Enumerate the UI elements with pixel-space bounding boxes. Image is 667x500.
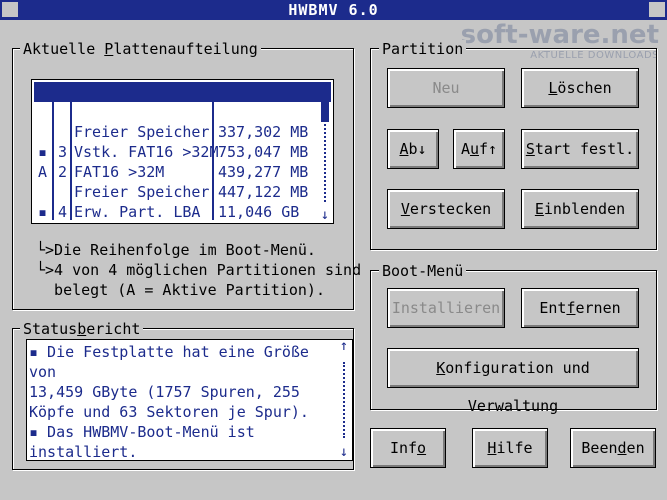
scroll-thumb[interactable] (321, 100, 329, 122)
partition-row[interactable]: ▪ 1 Versteckte FAT32 494,156 MB (34, 82, 331, 121)
partition-layout-label: Aktuelle Plattenaufteilung (20, 40, 261, 58)
remove-boot-menu-button[interactable]: Entfernen (521, 288, 639, 328)
boot-order-hint: └>Die Reihenfolge im Boot-Menü. (36, 241, 316, 259)
status-line: installiert. (29, 443, 138, 461)
set-start-button[interactable]: Start festl. (521, 129, 639, 169)
partition-row[interactable]: ▪ 4 Erw. Part. LBA 11,046 GB (34, 182, 331, 221)
install-boot-menu-button[interactable]: Installieren (387, 288, 505, 328)
column-divider (212, 82, 214, 220)
partition-row[interactable]: A 2 FAT16 >32M 439,277 MB (34, 142, 331, 181)
partition-table[interactable]: ▪ 1 Versteckte FAT32 494,156 MB Freier Spei… (31, 78, 334, 224)
column-divider (70, 82, 72, 220)
hide-partition-button[interactable]: Verstecken (387, 189, 505, 229)
status-scrollbar[interactable]: ↑ ↓ (338, 338, 350, 460)
partition-row[interactable]: Freier Speicher 447,122 MB (34, 162, 331, 201)
delete-partition-button[interactable]: Löschen (521, 68, 639, 108)
partition-scrollbar[interactable]: ↑ ↓ (319, 78, 331, 223)
new-partition-button[interactable]: Neu (387, 68, 505, 108)
show-partition-button[interactable]: Einblenden (521, 189, 639, 229)
status-line: 13,459 GByte (1757 Spuren, 255 (29, 383, 300, 401)
status-line: Köpfe und 63 Sektoren je Spur). (29, 403, 309, 421)
column-divider (52, 82, 54, 220)
scroll-up-icon[interactable]: ↑ (319, 78, 331, 94)
move-down-button[interactable]: Ab↓ (387, 129, 439, 169)
watermark-logo: soft-ware.net (460, 20, 659, 50)
status-label: Statusbericht (20, 320, 144, 338)
partition-count-hint: └>4 von 4 möglichen Partitionen sind (36, 261, 362, 279)
help-button[interactable]: Hilfe (472, 428, 548, 468)
scroll-down-icon[interactable]: ↓ (338, 444, 350, 460)
exit-button[interactable]: Beenden (570, 428, 656, 468)
partition-row[interactable]: Freier Speicher 337,302 MB (34, 102, 331, 141)
scroll-track[interactable] (343, 362, 347, 438)
info-button[interactable]: Info (370, 428, 446, 468)
window-title: HWBMV 6.0 (288, 1, 379, 19)
status-line: ▪ Die Festplatte hat eine Größe von (29, 343, 309, 381)
scroll-up-icon[interactable]: ↑ (338, 338, 350, 354)
status-report: ▪ Die Festplatte hat eine Größe von 13,4… (26, 338, 353, 462)
boot-menu-label: Boot-Menü (379, 262, 467, 280)
active-partition-hint: belegt (A = Aktive Partition). (36, 281, 325, 299)
status-line: ▪ Das HWBMV-Boot-Menü ist (29, 423, 255, 441)
status-text: ▪ Die Festplatte hat eine Größe von 13,4… (29, 342, 329, 462)
partition-actions-label: Partition (379, 40, 467, 58)
partition-row[interactable]: ▪ 3 Vstk. FAT16 >32M 753,047 MB (34, 122, 331, 161)
scroll-track[interactable] (324, 124, 328, 202)
configuration-button[interactable]: Konfiguration und Verwaltung (387, 348, 639, 415)
move-up-button[interactable]: Auf↑ (453, 129, 505, 169)
scroll-down-icon[interactable]: ↓ (319, 207, 331, 223)
